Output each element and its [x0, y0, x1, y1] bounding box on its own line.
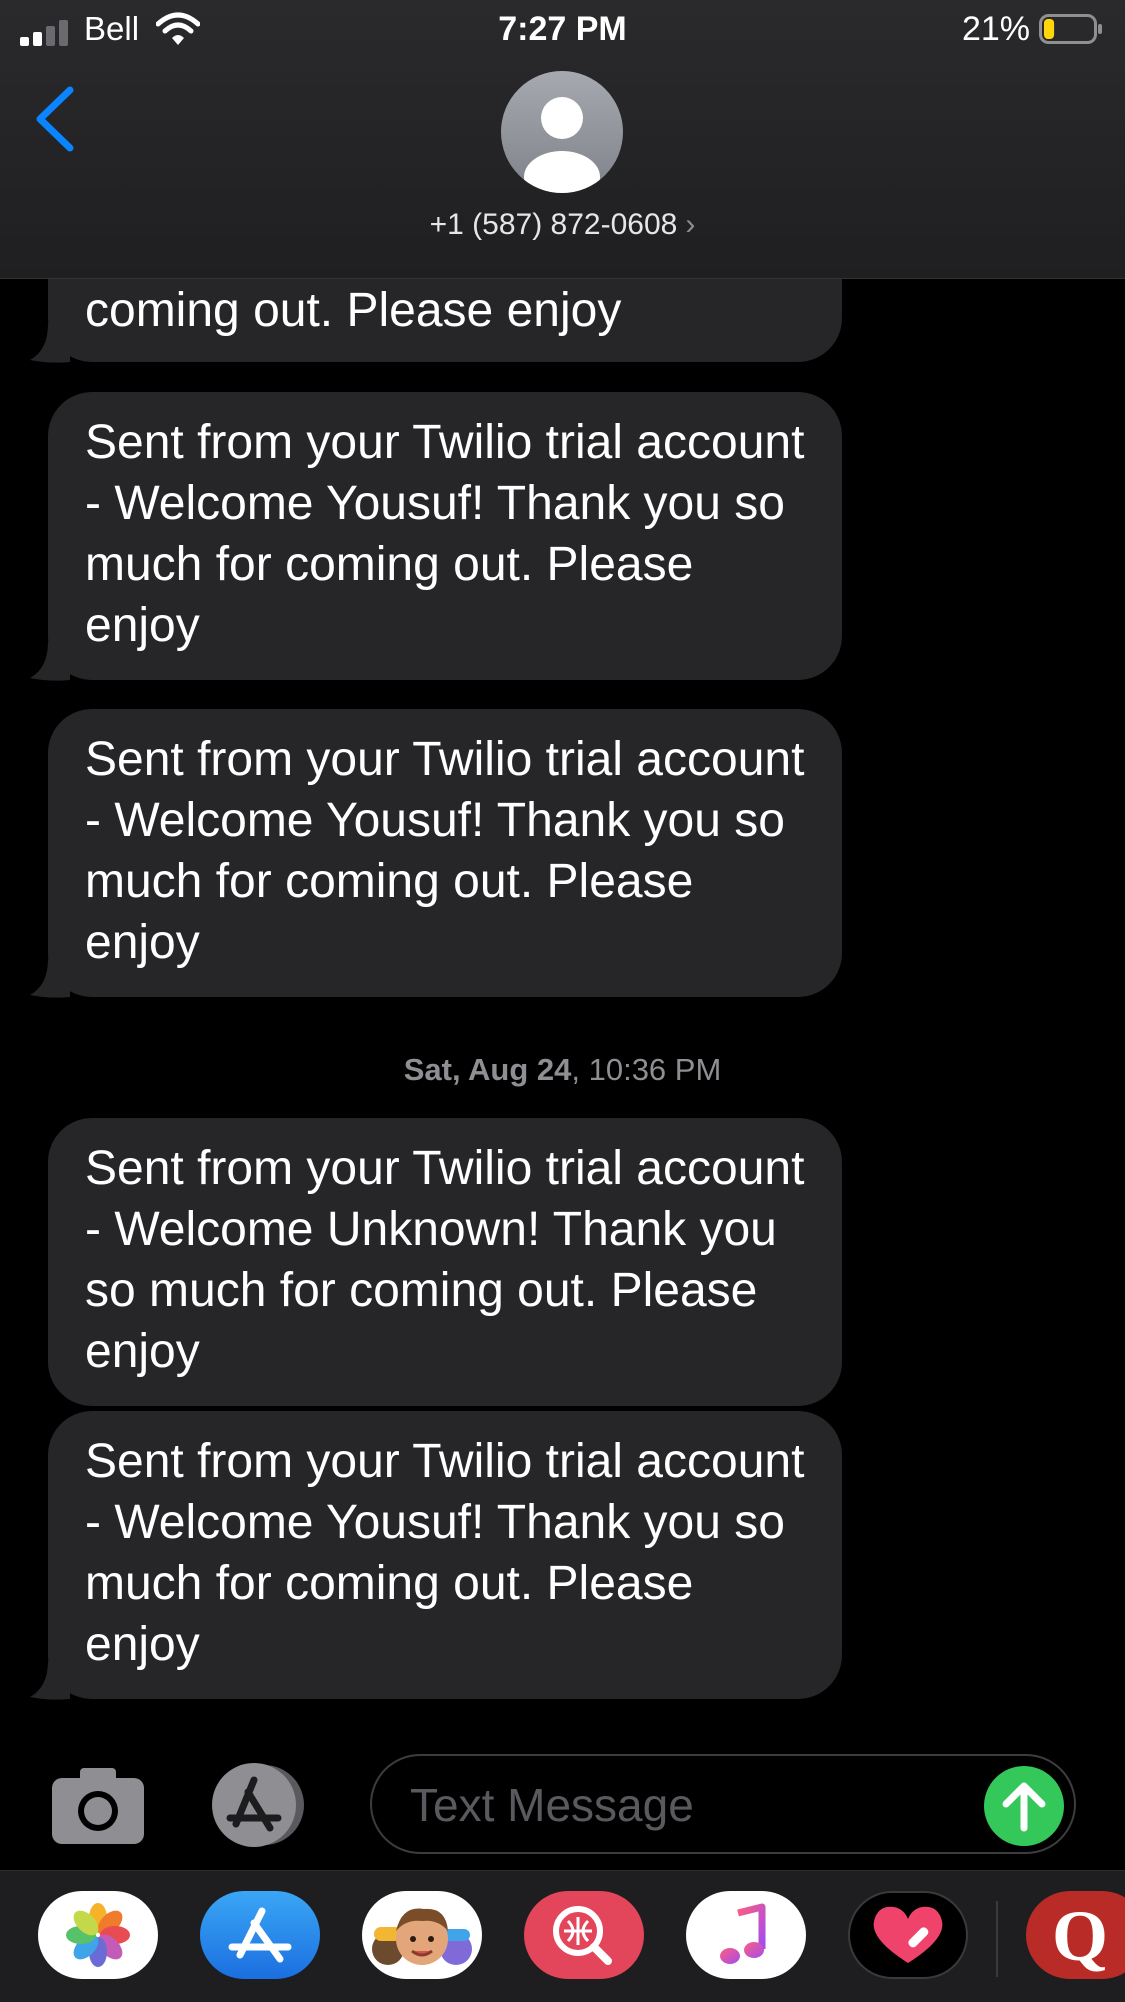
bubble-tail-icon: [30, 1661, 70, 1700]
music-app-icon[interactable]: [686, 1891, 806, 1979]
bubble-tail-icon: [30, 959, 70, 998]
arrow-up-icon: [1002, 1782, 1046, 1832]
message-timestamp: Sat, Aug 24, 10:36 PM: [0, 1052, 1125, 1088]
message-bubble[interactable]: Sent from your Twilio trial account - We…: [48, 709, 842, 997]
memoji-app-icon[interactable]: [362, 1891, 482, 1979]
back-chevron-icon[interactable]: [30, 84, 80, 154]
image-search-app-icon[interactable]: [524, 1891, 644, 1979]
timestamp-time: , 10:36 PM: [571, 1052, 722, 1087]
message-text: Sent from your Twilio trial account - We…: [85, 733, 805, 969]
app-store-app-icon[interactable]: [200, 1891, 320, 1979]
battery-icon: [1039, 14, 1102, 44]
battery-percentage: 21%: [961, 10, 1030, 48]
bubble-tail-icon: [30, 642, 70, 681]
message-bubble[interactable]: Sent from your Twilio trial account - We…: [48, 1118, 842, 1406]
send-button[interactable]: [984, 1766, 1064, 1846]
q-app-letter: Q: [1052, 1896, 1109, 1976]
message-bubble[interactable]: Sent from your Twilio trial account - We…: [48, 392, 842, 680]
q-app-icon[interactable]: Q: [1026, 1891, 1125, 1979]
chevron-right-icon: ›: [685, 208, 696, 241]
compose-bar: [0, 1742, 1125, 1870]
bubble-tail-icon: [30, 324, 70, 363]
status-time: 7:27 PM: [498, 10, 627, 48]
message-text: Sent from your Twilio trial account - We…: [85, 1435, 805, 1671]
message-text: coming out. Please enjoy: [85, 284, 622, 337]
camera-icon[interactable]: [50, 1766, 146, 1846]
contact-number: +1 (587) 872-0608: [429, 208, 678, 241]
app-store-icon[interactable]: [206, 1762, 318, 1848]
status-bar: Bell 7:27 PM 21%: [0, 0, 1125, 62]
heart-app-icon[interactable]: [848, 1891, 968, 1979]
photos-app-icon[interactable]: [38, 1891, 158, 1979]
message-input[interactable]: [408, 1772, 932, 1838]
contact-name-button[interactable]: +1 (587) 872-0608 ›: [0, 208, 1125, 242]
message-text-field[interactable]: [370, 1754, 1076, 1854]
message-text: Sent from your Twilio trial account - We…: [85, 416, 805, 652]
app-drawer-divider: [996, 1901, 998, 1977]
timestamp-day: Sat, Aug 24: [403, 1052, 572, 1087]
message-text: Sent from your Twilio trial account - We…: [85, 1142, 805, 1378]
conversation-header: Bell 7:27 PM 21% +1 (587) 872-0608 ›: [0, 0, 1125, 279]
contact-avatar[interactable]: [501, 71, 623, 193]
imessage-app-drawer: Q: [0, 1870, 1125, 2002]
message-bubble[interactable]: Sent from your Twilio trial account - We…: [48, 1411, 842, 1699]
